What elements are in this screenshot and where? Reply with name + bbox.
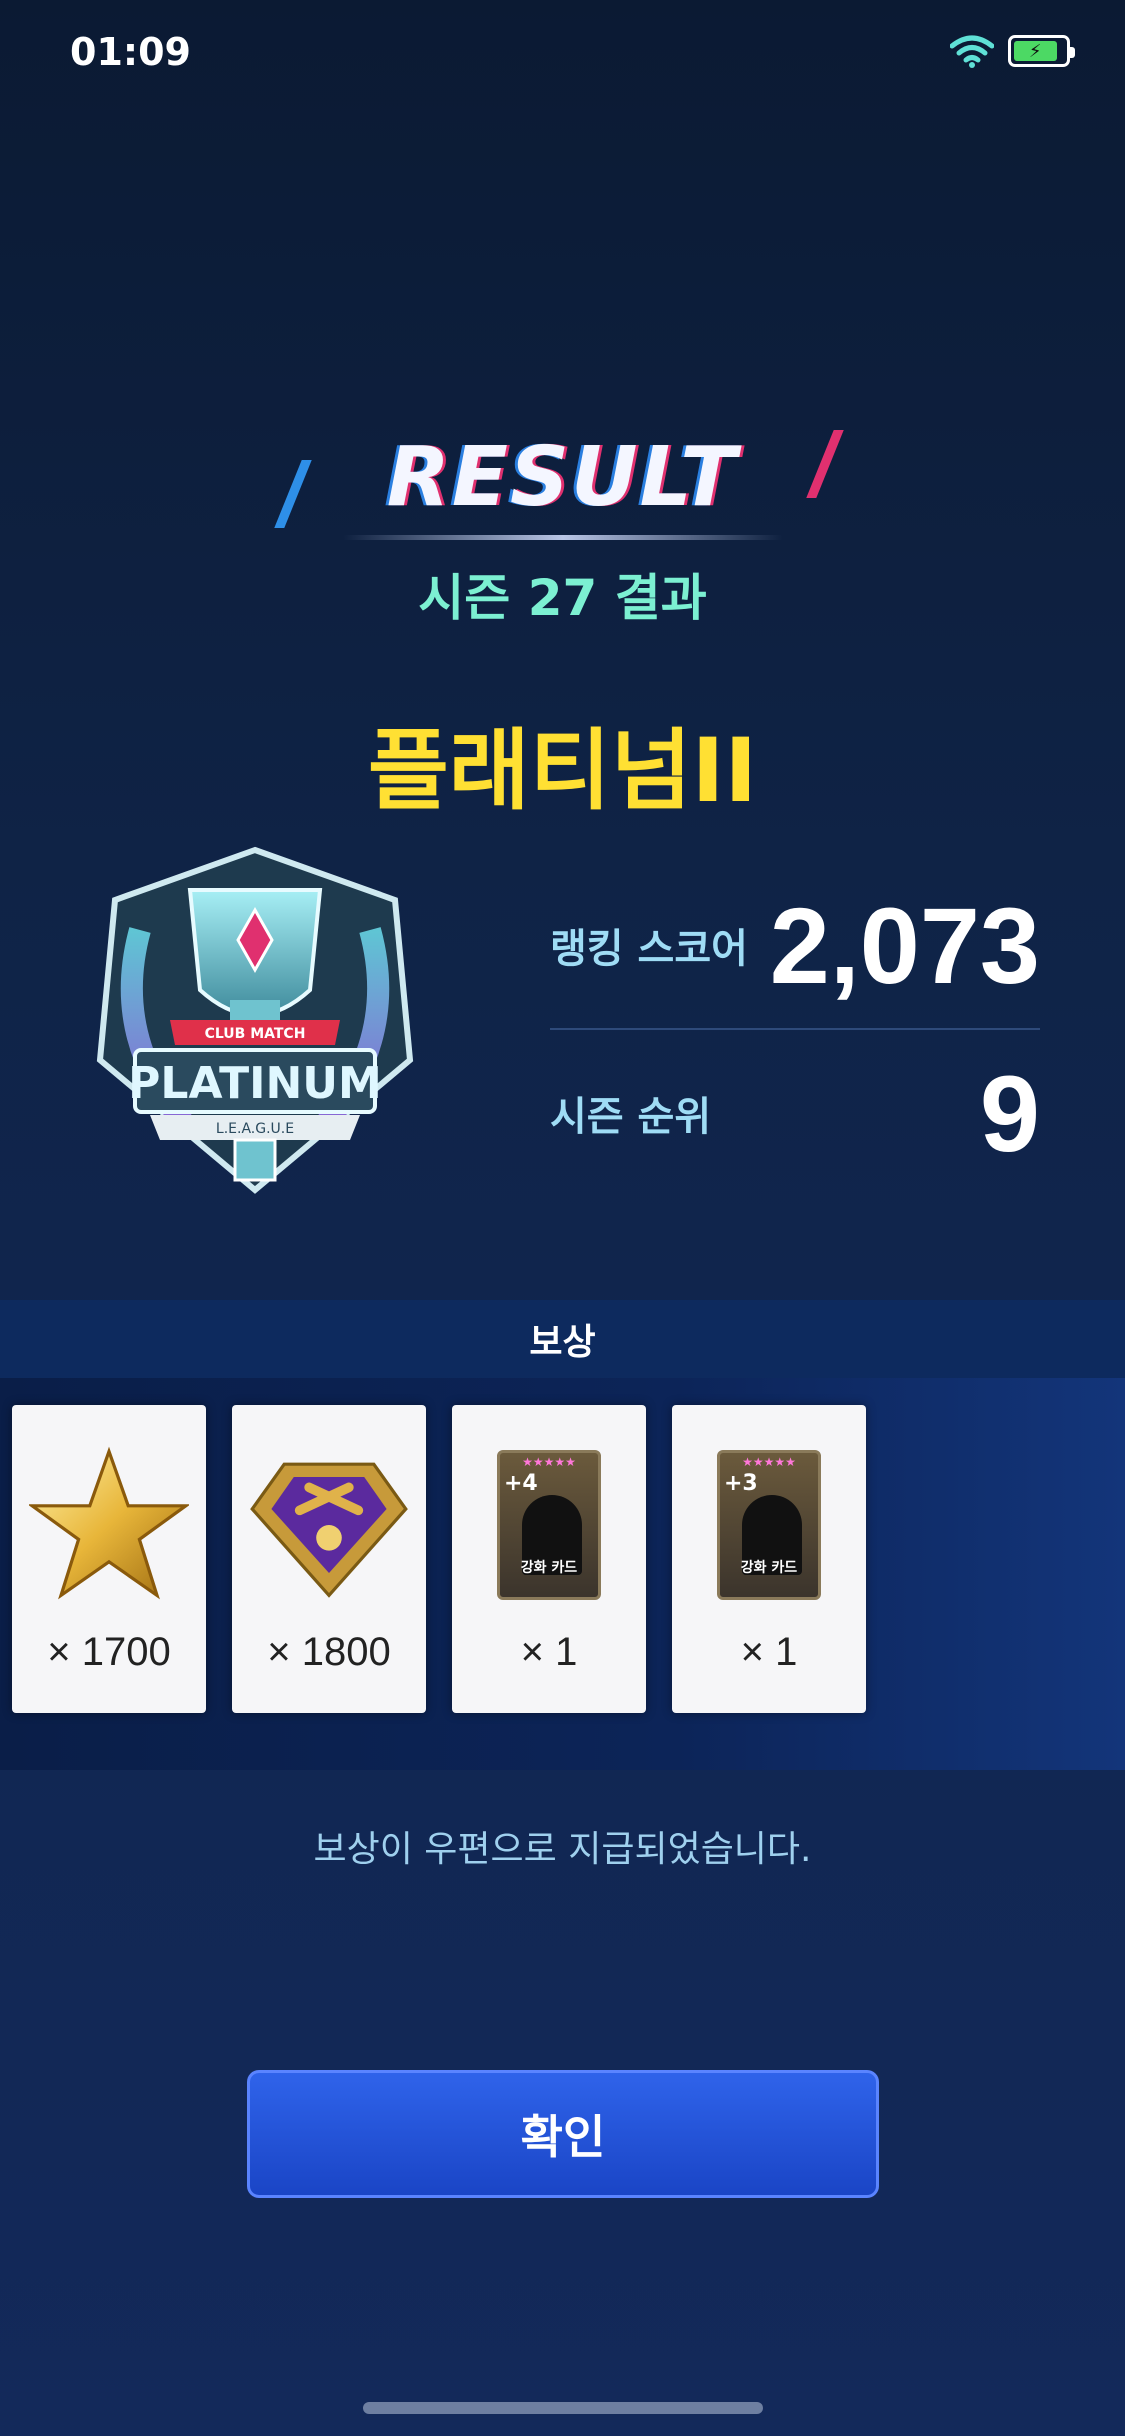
enhance-card-stars: ★★★★★ [522, 1455, 576, 1469]
battery-icon: ⚡ [1008, 35, 1075, 67]
title-underline [342, 535, 783, 540]
enhance-card-icon: ★★★★★ +4 강화 카드 [497, 1450, 601, 1600]
ranking-score-value: 2,073 [769, 884, 1040, 1006]
status-time: 01:09 [70, 30, 191, 74]
enhance-card-plus: +4 [504, 1471, 538, 1496]
confirm-button[interactable]: 확인 [247, 2070, 879, 2198]
emblem-text: PLATINUM [128, 1058, 382, 1109]
reward-qty: × 1 [520, 1630, 578, 1674]
season-rank-label: 시즌 순위 [550, 1094, 712, 1140]
ranking-score-row: 랭킹 스코어 2,073 [550, 870, 1040, 1020]
tier-name: 플래티넘II [367, 719, 758, 822]
season-rank-value: 9 [979, 1052, 1040, 1174]
wifi-icon [950, 35, 994, 68]
result-header: RESULT 시즌 27 결과 [0, 430, 1125, 630]
reward-list: × 1700 × 1800 ★★★★★ +4 강화 카드 × 1 ★★★★★ +… [12, 1405, 866, 1713]
gold-star-icon [29, 1446, 189, 1600]
enhance-card-stars: ★★★★★ [742, 1455, 796, 1469]
stat-divider [550, 1028, 1040, 1030]
emblem-subtext: CLUB MATCH [205, 1026, 306, 1042]
status-bar: 01:09 ⚡ [0, 0, 1125, 110]
status-icons: ⚡ [950, 34, 1075, 68]
reward-card-gold-star[interactable]: × 1700 [12, 1405, 206, 1713]
enhance-card-label: 강화 카드 [740, 1560, 798, 1576]
reward-card-enhance-3[interactable]: ★★★★★ +3 강화 카드 × 1 [672, 1405, 866, 1713]
season-label: 시즌 27 결과 [418, 569, 707, 627]
reward-notice: 보상이 우편으로 지급되었습니다. [313, 1829, 812, 1870]
reward-card-enhance-4[interactable]: ★★★★★ +4 강화 카드 × 1 [452, 1405, 646, 1713]
reward-qty: × 1800 [267, 1630, 391, 1674]
season-rank-row: 시즌 순위 9 [550, 1038, 1040, 1188]
reward-header: 보상 [0, 1300, 1125, 1378]
platinum-league-emblem-icon: CLUB MATCH PLATINUM L.E.A.G.U.E [96, 846, 414, 1194]
home-indicator[interactable] [363, 2402, 763, 2414]
enhance-card-label: 강화 카드 [520, 1560, 578, 1576]
reward-card-diamond-badge[interactable]: × 1800 [232, 1405, 426, 1713]
battery-fill: ⚡ [1014, 41, 1057, 62]
purple-diamond-badge-icon [250, 1462, 408, 1598]
reward-qty: × 1 [740, 1630, 798, 1674]
reward-qty: × 1700 [47, 1630, 171, 1674]
emblem-letters: L.E.A.G.U.E [216, 1121, 294, 1137]
enhance-card-plus: +3 [724, 1471, 758, 1496]
result-title: RESULT [386, 430, 739, 525]
enhance-card-icon: ★★★★★ +3 강화 카드 [717, 1450, 821, 1600]
ranking-score-label: 랭킹 스코어 [550, 926, 748, 972]
stats-panel: 랭킹 스코어 2,073 시즌 순위 9 [550, 870, 1040, 1188]
